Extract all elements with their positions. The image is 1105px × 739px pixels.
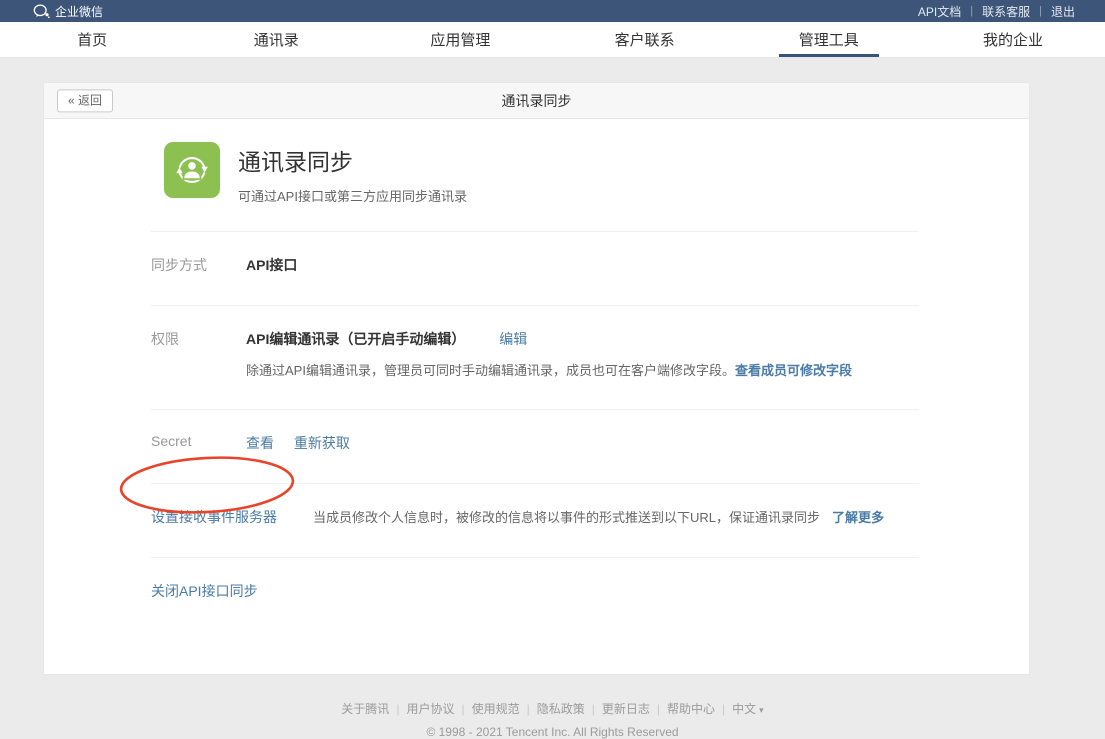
topbar-link-logout[interactable]: 退出 [1051, 3, 1075, 20]
row-permission: 权限 API编辑通讯录（已开启手动编辑） 编辑 除通过API编辑通讯录，管理员可… [151, 305, 919, 409]
main-nav: 首页 通讯录 应用管理 客户联系 管理工具 我的企业 [0, 22, 1105, 58]
caret-down-icon: ▾ [759, 705, 764, 715]
separator: | [396, 702, 399, 716]
row-close-api-sync: 关闭API接口同步 [151, 557, 919, 619]
footer: 关于腾讯 | 用户协议 | 使用规范 | 隐私政策 | 更新日志 | 帮助中心 | 中文▾ © 1998… [0, 700, 1105, 739]
footer-link-usage-rules[interactable]: 使用规范 [472, 702, 520, 716]
permission-value: API编辑通讯录（已开启手动编辑） [246, 331, 465, 347]
nav-item-app-management[interactable]: 应用管理 [368, 22, 552, 57]
brand-name: 企业微信 [55, 3, 103, 20]
back-button[interactable]: « 返回 [57, 89, 113, 112]
row-callback-server: 设置接收事件服务器 当成员修改个人信息时，被修改的信息将以事件的形式推送到以下U… [151, 483, 919, 557]
card-body: 通讯录同步 可通过API接口或第三方应用同步通讯录 同步方式 API接口 权限 … [44, 142, 1029, 674]
separator: | [1039, 5, 1042, 17]
page-title: 通讯录同步 [502, 91, 572, 111]
nav-item-admin-tools[interactable]: 管理工具 [737, 22, 921, 57]
language-selector[interactable]: 中文▾ [732, 702, 764, 716]
app-title: 通讯录同步 [238, 143, 467, 177]
permission-label: 权限 [151, 329, 246, 379]
wechat-work-logo[interactable]: 企业微信 [33, 3, 103, 20]
card-header: « 返回 通讯录同步 [44, 83, 1029, 119]
separator: | [461, 702, 464, 716]
view-editable-fields-link[interactable]: 查看成员可修改字段 [735, 363, 852, 378]
secret-refresh-link[interactable]: 重新获取 [294, 435, 350, 451]
permission-edit-link[interactable]: 编辑 [499, 331, 527, 347]
topbar-link-api-docs[interactable]: API文档 [918, 3, 961, 20]
nav-item-my-company[interactable]: 我的企业 [921, 22, 1105, 57]
footer-link-user-agreement[interactable]: 用户协议 [406, 702, 454, 716]
callback-desc: 当成员修改个人信息时，被修改的信息将以事件的形式推送到以下URL，保证通讯录同步… [313, 507, 884, 527]
footer-links: 关于腾讯 | 用户协议 | 使用规范 | 隐私政策 | 更新日志 | 帮助中心 | 中文▾ [0, 700, 1105, 717]
contact-sync-card: « 返回 通讯录同步 通讯录同步 可通过API接口或第三方应用同步通讯录 [43, 82, 1030, 675]
app-subtitle: 可通过API接口或第三方应用同步通讯录 [238, 186, 467, 205]
secret-label: Secret [151, 433, 246, 453]
footer-link-privacy-policy[interactable]: 隐私政策 [537, 702, 585, 716]
topbar-link-contact-support[interactable]: 联系客服 [982, 3, 1030, 20]
row-secret: Secret 查看 重新获取 [151, 409, 919, 483]
topbar-links: API文档 | 联系客服 | 退出 [918, 3, 1075, 20]
row-sync-mode: 同步方式 API接口 [151, 231, 919, 305]
chat-bubble-icon [33, 4, 50, 19]
close-api-sync-link[interactable]: 关闭API接口同步 [151, 581, 258, 601]
set-callback-server-link[interactable]: 设置接收事件服务器 [151, 507, 277, 527]
separator: | [722, 702, 725, 716]
topbar: 企业微信 API文档 | 联系客服 | 退出 [0, 0, 1105, 22]
nav-item-customer-relations[interactable]: 客户联系 [553, 22, 737, 57]
separator: | [592, 702, 595, 716]
app-header: 通讯录同步 可通过API接口或第三方应用同步通讯录 [164, 142, 1029, 205]
nav-item-contacts[interactable]: 通讯录 [184, 22, 368, 57]
sync-mode-value: API接口 [246, 257, 297, 273]
footer-link-help-center[interactable]: 帮助中心 [667, 702, 715, 716]
copyright: © 1998 - 2021 Tencent Inc. All Rights Re… [0, 725, 1105, 739]
footer-link-about-tencent[interactable]: 关于腾讯 [341, 702, 389, 716]
app-info: 通讯录同步 可通过API接口或第三方应用同步通讯录 [238, 142, 467, 205]
nav-item-home[interactable]: 首页 [0, 22, 184, 57]
separator: | [527, 702, 530, 716]
permission-desc: 除通过API编辑通讯录，管理员可同时手动编辑通讯录，成员也可在客户端修改字段。 [246, 363, 735, 378]
learn-more-link[interactable]: 了解更多 [832, 510, 884, 525]
sync-mode-label: 同步方式 [151, 255, 246, 275]
footer-link-changelog[interactable]: 更新日志 [602, 702, 650, 716]
secret-view-link[interactable]: 查看 [246, 435, 274, 451]
separator: | [970, 5, 973, 17]
separator: | [657, 702, 660, 716]
contact-sync-icon [164, 142, 220, 198]
